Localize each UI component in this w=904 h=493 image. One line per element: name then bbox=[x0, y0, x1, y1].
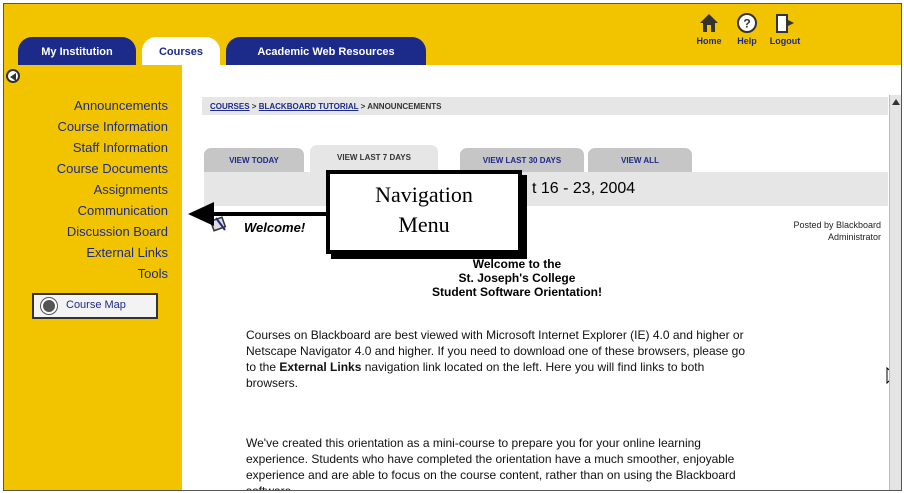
tab-view-all[interactable]: VIEW ALL bbox=[588, 148, 692, 172]
browser-frame: My Institution Courses Academic Web Reso… bbox=[3, 3, 902, 491]
logout-link[interactable]: Logout bbox=[767, 12, 803, 46]
posted-by-line1: Posted by Blackboard bbox=[793, 220, 881, 230]
sidebar-item-course-documents[interactable]: Course Documents bbox=[57, 158, 168, 179]
navigation-menu-callout: Navigation Menu bbox=[326, 170, 522, 254]
sidebar-item-communication[interactable]: Communication bbox=[57, 200, 168, 221]
breadcrumb-blackboard-tutorial[interactable]: BLACKBOARD TUTORIAL bbox=[259, 102, 359, 111]
heading-line3: Student Software Orientation! bbox=[431, 285, 602, 299]
announcement-title: Welcome! bbox=[244, 220, 306, 235]
main-content: COURSES > BLACKBOARD TUTORIAL > ANNOUNCE… bbox=[182, 65, 901, 491]
breadcrumb-separator: > bbox=[360, 102, 366, 111]
top-bar: My Institution Courses Academic Web Reso… bbox=[4, 4, 901, 67]
heading-line2: St. Joseph's College bbox=[458, 271, 576, 285]
course-map-button[interactable]: Course Map bbox=[32, 293, 158, 319]
navigation-menu: Announcements Course Information Staff I… bbox=[57, 95, 168, 284]
tab-my-institution[interactable]: My Institution bbox=[18, 37, 136, 65]
callout-line1: Navigation bbox=[375, 182, 473, 207]
announcement-paragraph-1: Courses on Blackboard are best viewed wi… bbox=[246, 327, 746, 391]
sidebar-item-discussion-board[interactable]: Discussion Board bbox=[57, 221, 168, 242]
date-range: t 16 - 23, 2004 bbox=[532, 180, 636, 197]
collapse-menu-icon[interactable] bbox=[6, 69, 20, 83]
svg-text:?: ? bbox=[743, 17, 750, 31]
logout-icon bbox=[776, 14, 794, 33]
sidebar-item-external-links[interactable]: External Links bbox=[57, 242, 168, 263]
logout-label: Logout bbox=[769, 36, 801, 46]
sidebar-item-staff-information[interactable]: Staff Information bbox=[57, 137, 168, 158]
sidebar-item-announcements[interactable]: Announcements bbox=[57, 95, 168, 116]
date-range-bar: t 16 - 23, 2004 bbox=[204, 172, 888, 206]
heading-line1: Welcome to the bbox=[472, 257, 562, 271]
vertical-scrollbar[interactable] bbox=[889, 95, 901, 490]
breadcrumb-courses[interactable]: COURSES bbox=[210, 102, 250, 111]
announcement-paragraph-2: We've created this orientation as a mini… bbox=[246, 436, 736, 491]
callout-line2: Menu bbox=[398, 212, 450, 237]
sidebar-item-assignments[interactable]: Assignments bbox=[57, 179, 168, 200]
posted-by-line2: Administrator bbox=[827, 232, 881, 242]
sidebar-item-course-information[interactable]: Course Information bbox=[57, 116, 168, 137]
home-icon bbox=[700, 14, 718, 32]
tab-courses[interactable]: Courses bbox=[142, 37, 220, 67]
tab-view-today[interactable]: VIEW TODAY bbox=[204, 148, 304, 172]
sidebar: Announcements Course Information Staff I… bbox=[4, 65, 182, 490]
home-link[interactable]: Home bbox=[691, 12, 727, 46]
tab-view-last-7-days[interactable]: VIEW LAST 7 DAYS bbox=[310, 145, 438, 172]
home-label: Home bbox=[696, 36, 722, 46]
announcement-heading: Welcome to the St. Joseph's College Stud… bbox=[332, 257, 702, 299]
breadcrumb-announcements: ANNOUNCEMENTS bbox=[367, 102, 442, 111]
help-icon: ? bbox=[737, 13, 757, 33]
callout-arrow-line bbox=[212, 212, 328, 216]
posted-by: Posted by Blackboard Administrator bbox=[793, 219, 881, 243]
callout-arrow-head bbox=[188, 202, 214, 226]
tab-academic-web-resources[interactable]: Academic Web Resources bbox=[226, 37, 426, 65]
help-link[interactable]: ? Help bbox=[729, 12, 765, 46]
tab-view-last-30-days[interactable]: VIEW LAST 30 DAYS bbox=[460, 148, 584, 172]
breadcrumb-separator: > bbox=[251, 102, 257, 111]
sidebar-item-tools[interactable]: Tools bbox=[57, 263, 168, 284]
help-label: Help bbox=[737, 36, 757, 46]
top-nav: Home ? Help Logout bbox=[691, 12, 821, 62]
external-links-mention: External Links bbox=[279, 360, 362, 374]
breadcrumb: COURSES > BLACKBOARD TUTORIAL > ANNOUNCE… bbox=[202, 97, 888, 115]
course-map-icon bbox=[40, 297, 58, 315]
course-map-label: Course Map bbox=[66, 299, 126, 311]
